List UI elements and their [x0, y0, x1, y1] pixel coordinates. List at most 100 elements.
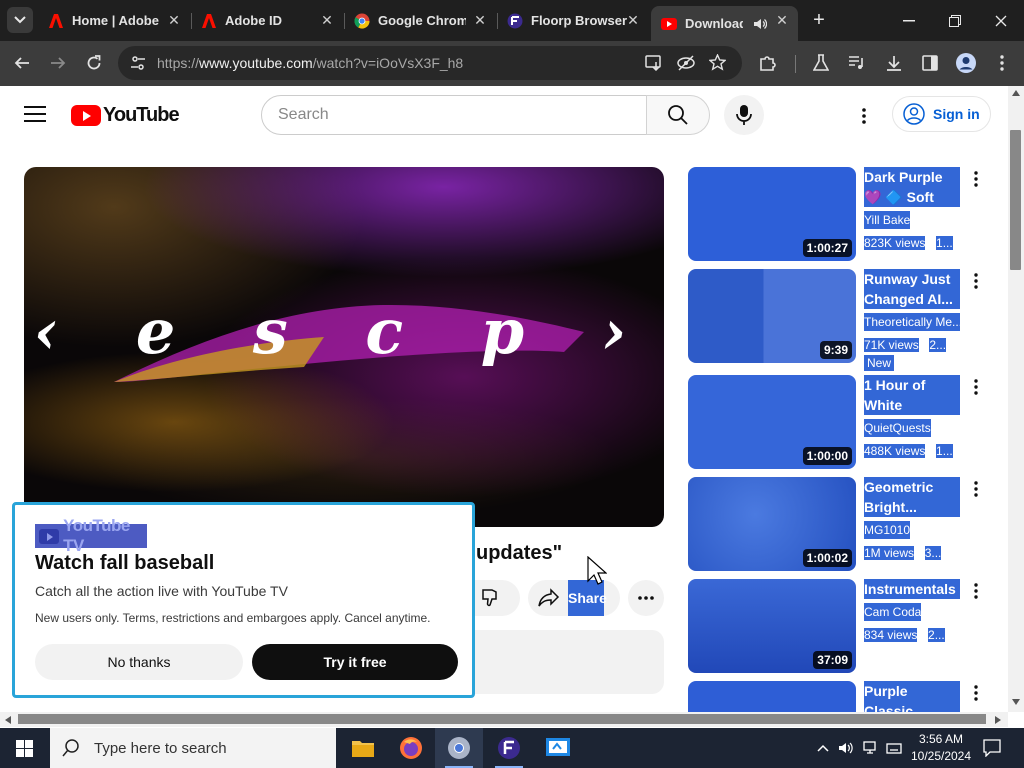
speaker-icon[interactable] [753, 17, 768, 34]
recommendation-title[interactable]: Dark Purple 💜 🔷 Soft Deep... [864, 167, 960, 207]
recommendation-title[interactable]: Runway Just Changed AI... [864, 269, 960, 309]
channel-name[interactable]: QuietQuests [864, 419, 931, 437]
voice-search-button[interactable] [724, 95, 764, 135]
app-taskbar-button[interactable] [534, 728, 582, 768]
scroll-up-icon[interactable] [1011, 89, 1021, 97]
close-icon[interactable]: ✕ [775, 13, 789, 27]
recommendation-item[interactable]: 1:00:02 Geometric Bright... MG1010 1M vi… [688, 477, 988, 571]
side-panel-button[interactable] [916, 49, 944, 77]
downloads-button[interactable] [880, 49, 908, 77]
close-icon[interactable]: ✕ [626, 13, 640, 27]
try-it-free-button[interactable]: Try it free [252, 644, 458, 680]
menu-icon[interactable] [24, 106, 46, 122]
more-vertical-icon[interactable] [968, 377, 984, 397]
address-bar[interactable]: https://www.youtube.com/watch?v=iOoVsX3F… [118, 46, 742, 80]
firefox-button[interactable] [387, 728, 435, 768]
channel-name[interactable]: Cam Coda [864, 603, 922, 621]
reload-button[interactable] [80, 49, 108, 77]
recommendation-title[interactable]: Geometric Bright... [864, 477, 960, 517]
install-app-icon[interactable] [645, 55, 663, 76]
browser-menu-button[interactable] [988, 49, 1016, 77]
duration-badge: 9:39 [819, 341, 852, 359]
restore-button[interactable] [932, 0, 978, 41]
scroll-right-icon[interactable] [994, 715, 1002, 725]
more-vertical-icon[interactable] [968, 271, 984, 291]
horizontal-scroll-thumb[interactable] [18, 714, 986, 724]
recommendation-item[interactable]: 1:00:00 1 Hour of White Abstract Heig...… [688, 375, 988, 469]
chrome-taskbar-button[interactable] [435, 728, 483, 768]
video-thumbnail[interactable]: 37:09 [688, 579, 856, 673]
sign-in-button[interactable]: Sign in [892, 96, 991, 132]
video-thumbnail[interactable]: 9:39 [688, 269, 856, 363]
vertical-scroll-thumb[interactable] [1010, 130, 1021, 270]
recommendation-title[interactable]: Instrumentals [864, 579, 960, 599]
media-controls-button[interactable] [843, 49, 871, 77]
tab-search-button[interactable] [7, 7, 33, 33]
scroll-down-icon[interactable] [1011, 698, 1021, 706]
more-vertical-icon[interactable] [968, 683, 984, 703]
recommendation-title[interactable]: Purple Classic Galaxy ~60:0... [864, 681, 960, 712]
minimize-button[interactable] [886, 0, 932, 41]
close-icon[interactable]: ✕ [320, 13, 334, 27]
channel-name[interactable]: MG1010 [864, 521, 911, 539]
notification-settings-button[interactable] [884, 728, 904, 768]
close-window-button[interactable] [978, 0, 1024, 41]
settings-more-button[interactable] [852, 104, 876, 128]
youtube-tv-promo-dialog: YouTube TV Watch fall baseball Catch all… [12, 502, 475, 698]
channel-name[interactable]: Theoretically Me... [864, 313, 960, 331]
start-button[interactable] [0, 728, 48, 768]
extensions-button[interactable] [754, 49, 782, 77]
profile-button[interactable] [952, 49, 980, 77]
youtube-logo[interactable]: YouTube [71, 104, 180, 127]
tab-youtube-active[interactable]: Download ✕ [651, 6, 798, 41]
puzzle-icon [760, 56, 776, 71]
bookmark-star-icon[interactable] [708, 53, 727, 76]
search-input[interactable]: Search [261, 95, 647, 135]
file-explorer-button[interactable] [339, 728, 387, 768]
tracking-protection-icon[interactable] [677, 55, 695, 76]
close-icon[interactable]: ✕ [473, 13, 487, 27]
video-player[interactable]: ‹ e s c p › [24, 167, 664, 527]
network-button[interactable] [861, 728, 881, 768]
chrome-icon [354, 13, 370, 29]
site-info-icon[interactable] [130, 55, 146, 76]
action-center-button[interactable] [980, 728, 1004, 768]
system-clock[interactable]: 3:56 AM 10/25/2024 [906, 731, 976, 765]
labs-button[interactable] [807, 49, 835, 77]
video-thumbnail[interactable]: 1:00:02 [688, 477, 856, 571]
tab-adobe-id[interactable]: Adobe ID ✕ [191, 6, 343, 35]
floorp-taskbar-button[interactable] [485, 728, 533, 768]
tab-google-chrome[interactable]: Google Chrom ✕ [344, 6, 496, 35]
recommendation-title[interactable]: 1 Hour of White Abstract Heig... [864, 375, 960, 415]
more-vertical-icon[interactable] [968, 479, 984, 499]
mouse-cursor-icon [587, 556, 607, 585]
clock-date: 10/25/2024 [910, 749, 972, 763]
network-icon [863, 741, 876, 754]
recommendation-item[interactable]: 9:39 Runway Just Changed AI... Theoretic… [688, 269, 988, 371]
tab-floorp-browser[interactable]: Floorp Browser ✕ [497, 6, 649, 35]
no-thanks-button[interactable]: No thanks [35, 644, 243, 680]
recommendation-item[interactable]: 37:09 Instrumentals Cam Coda 834 views ·… [688, 579, 988, 673]
show-hidden-icons-button[interactable] [814, 728, 832, 768]
more-vertical-icon[interactable] [968, 581, 984, 601]
forward-button[interactable] [44, 49, 72, 77]
youtube-icon [661, 16, 677, 32]
tab-home-adobe[interactable]: Home | Adobe ✕ [38, 6, 190, 35]
taskbar-search-box[interactable]: Type here to search [50, 728, 336, 768]
back-button[interactable] [8, 49, 36, 77]
recommendation-item[interactable]: Purple Classic Galaxy ~60:0... [688, 681, 988, 712]
youtube-tv-logo: YouTube TV [35, 516, 147, 555]
duration-badge: 1:00:27 [802, 239, 852, 257]
channel-name[interactable]: Yill Bake [864, 211, 911, 229]
recommendation-item[interactable]: 1:00:27 Dark Purple 💜 🔷 Soft Deep... Yil… [688, 167, 988, 261]
close-icon[interactable]: ✕ [167, 13, 181, 27]
scroll-left-icon[interactable] [4, 715, 12, 725]
more-vertical-icon[interactable] [968, 169, 984, 189]
new-tab-button[interactable]: + [808, 9, 830, 31]
search-button[interactable] [646, 95, 710, 135]
more-actions-button[interactable] [628, 580, 664, 616]
video-thumbnail[interactable]: 1:00:00 [688, 375, 856, 469]
volume-button[interactable] [836, 728, 856, 768]
video-thumbnail[interactable] [688, 681, 856, 712]
video-thumbnail[interactable]: 1:00:27 [688, 167, 856, 261]
